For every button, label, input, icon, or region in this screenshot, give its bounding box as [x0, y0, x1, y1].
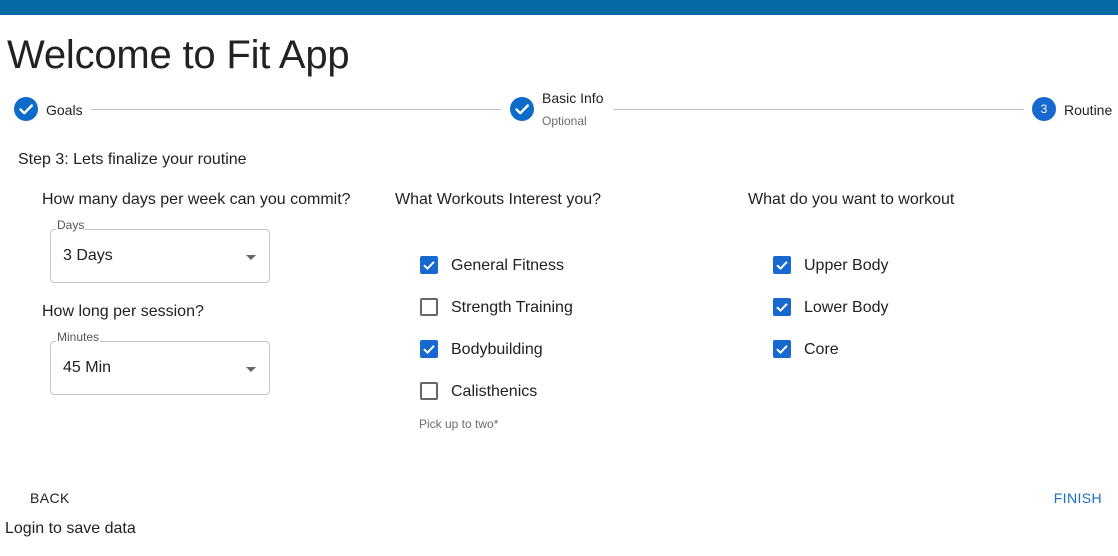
step-label-routine: Routine: [1064, 102, 1113, 118]
checkbox-label: Calisthenics: [451, 383, 538, 400]
step-number-badge: 3: [1032, 97, 1056, 121]
checkbox-label: General Fitness: [451, 257, 564, 274]
page-title: Welcome to Fit App: [7, 33, 350, 77]
checkbox-checked-icon[interactable]: [420, 256, 438, 274]
workouts-question: What Workouts Interest you?: [395, 191, 602, 208]
step-completed-icon: [510, 97, 534, 121]
step-label-goals: Goals: [46, 102, 83, 118]
check-icon: [19, 104, 33, 115]
step-connector: [91, 109, 501, 110]
minutes-select-label: Minutes: [56, 330, 101, 344]
step-completed-icon: [14, 97, 38, 121]
finish-button[interactable]: FINISH: [1054, 490, 1102, 506]
days-question: How many days per week can you commit?: [42, 191, 351, 208]
checkbox-label: Bodybuilding: [451, 341, 543, 358]
checkbox-checked-icon[interactable]: [773, 340, 791, 358]
days-select[interactable]: Days 3 Days: [50, 218, 270, 283]
back-button[interactable]: BACK: [30, 490, 70, 506]
checkbox-checked-icon[interactable]: [773, 256, 791, 274]
checkbox-label: Upper Body: [804, 257, 889, 274]
dropdown-arrow-icon: [246, 255, 256, 260]
checkbox-label: Lower Body: [804, 299, 889, 316]
step-optional-caption: Optional: [542, 114, 587, 128]
days-select-value: 3 Days: [63, 247, 113, 264]
checkbox-checked-icon[interactable]: [773, 298, 791, 316]
step-label-basic-info: Basic Info: [542, 90, 604, 106]
check-icon: [515, 104, 529, 115]
body-areas-question: What do you want to workout: [748, 191, 955, 208]
login-to-save-text: Login to save data: [5, 520, 136, 537]
checkbox-unchecked-icon[interactable]: [420, 298, 438, 316]
top-app-bar: [0, 0, 1118, 15]
minutes-select[interactable]: Minutes 45 Min: [50, 330, 270, 395]
minutes-select-value: 45 Min: [63, 359, 112, 376]
step-connector: [614, 109, 1024, 110]
checkbox-checked-icon[interactable]: [420, 340, 438, 358]
dropdown-arrow-icon: [246, 367, 256, 372]
checkbox-unchecked-icon[interactable]: [420, 382, 438, 400]
checkbox-label: Core: [804, 341, 839, 358]
days-select-label: Days: [56, 218, 86, 232]
checkbox-label: Strength Training: [451, 299, 573, 316]
session-question: How long per session?: [42, 303, 204, 320]
workouts-helper-text: Pick up to two*: [419, 417, 499, 431]
step-heading: Step 3: Lets finalize your routine: [18, 151, 247, 168]
